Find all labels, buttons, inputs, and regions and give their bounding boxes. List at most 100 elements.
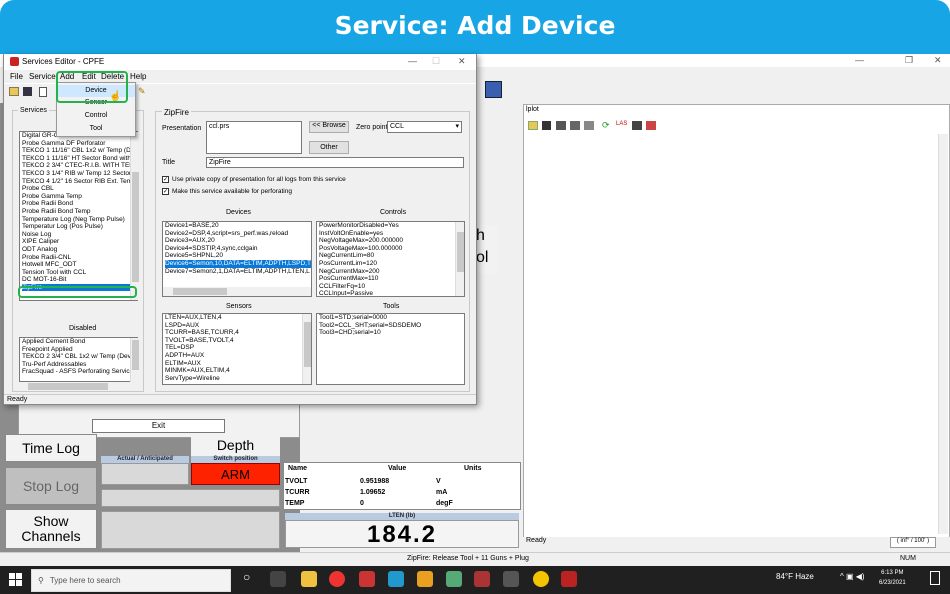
weather-widget[interactable]: 84°F Haze — [776, 572, 814, 581]
list-item[interactable]: Probe Gamma Temp — [22, 193, 137, 201]
save-icon[interactable] — [542, 121, 551, 130]
notification-icon[interactable] — [930, 571, 940, 585]
lplot-scrollbar[interactable] — [938, 134, 948, 534]
close-icon[interactable]: ✕ — [934, 55, 942, 66]
controls-list[interactable]: PowerMonitorDisabled=Yes InstVoltOnEnable… — [316, 221, 465, 297]
clock[interactable]: 6:13 PM 6/23/2021 — [879, 568, 906, 588]
list-item[interactable]: TVOLT=BASE,TVOLT,4 — [165, 337, 311, 345]
app-folder-icon[interactable] — [446, 571, 462, 587]
save-icon[interactable] — [23, 87, 32, 96]
las-icon[interactable]: LAS — [616, 121, 627, 127]
controls-scrollbar[interactable] — [455, 222, 464, 296]
list-item[interactable]: Temperature Log (Neg Temp Pulse) — [22, 216, 137, 224]
list-item[interactable]: Temperatur Log (Pos Pulse) — [22, 223, 137, 231]
private-copy-checkbox[interactable]: ✓ — [162, 176, 169, 183]
list-item[interactable]: Device3=AUX,20 — [165, 237, 311, 245]
list-item[interactable]: PosVoltageMax=100.000000 — [319, 245, 464, 253]
disabled-vscroll[interactable] — [130, 338, 139, 382]
app-tool-icon[interactable] — [474, 571, 490, 587]
list-item[interactable]: ELTIM=AUX — [165, 360, 311, 368]
presentation-input[interactable]: ccl.prs — [206, 121, 302, 154]
list-item[interactable]: TEKCO 3 1/4" RIB w/ Temp 12 Sector — [22, 170, 137, 178]
windows-start-icon[interactable] — [9, 573, 22, 586]
title-input[interactable]: ZipFire — [206, 157, 464, 168]
devices-hscroll[interactable] — [163, 287, 311, 296]
stop-log-button[interactable]: Stop Log — [5, 467, 97, 505]
list-item[interactable]: Probe Gamma DF Perforator — [22, 140, 137, 148]
list-item[interactable]: Freepoint Applied — [22, 346, 137, 354]
list-item[interactable]: TEKCO 2 3/4" CBL 1x2 w/ Temp (Dev — [22, 353, 137, 361]
list-item[interactable]: Tension Tool with CCL — [22, 269, 137, 277]
list-item[interactable]: FracSquad - ASFS Perforating Service — [22, 368, 137, 376]
export-icon[interactable] — [646, 121, 656, 130]
restore-icon[interactable]: ❐ — [905, 55, 913, 66]
chrome-icon[interactable] — [329, 571, 345, 587]
list-item[interactable]: Device1=BASE,20 — [165, 222, 311, 230]
list-item[interactable]: Applied Cement Bond — [22, 338, 137, 346]
zoom-icon[interactable] — [584, 121, 594, 130]
list-item[interactable]: TEKCO 1 11/16" CBL 1x2 w/ Temp (De — [22, 147, 137, 155]
disabled-hscroll[interactable] — [20, 382, 137, 391]
menu-item-tool[interactable]: Tool — [57, 123, 135, 135]
disabled-list[interactable]: Applied Cement Bond Freepoint Applied TEKC… — [19, 337, 138, 382]
window-icon[interactable] — [632, 121, 642, 130]
menu-service[interactable]: Service — [29, 70, 56, 83]
wand-icon[interactable]: ✎ — [138, 86, 146, 97]
browse-button[interactable]: << Browse — [309, 121, 349, 133]
zero-point-select[interactable]: CCL ▾ — [387, 121, 462, 133]
list-item[interactable]: PowerMonitorDisabled=Yes — [319, 222, 464, 230]
show-channels-button[interactable]: Show Channels — [5, 509, 97, 549]
list-item[interactable]: Device2=DSP,4,script=srs_perf.was,reload — [165, 230, 311, 238]
list-item[interactable]: Device4=SDSTIP,4,sync,cclgain — [165, 245, 311, 253]
list-item[interactable]: Probe Radii Bond — [22, 200, 137, 208]
new-icon[interactable] — [39, 87, 47, 97]
list-item[interactable]: Hotwell MFC_ODT — [22, 261, 137, 269]
list-item[interactable]: TEKCO 2 3/4" CTEC-R.I.B. WITH TEN — [22, 162, 137, 170]
cpfe-app-icon[interactable] — [561, 571, 577, 587]
list-item[interactable]: NegCurrentLim=80 — [319, 252, 464, 260]
app-window-icon[interactable] — [388, 571, 404, 587]
print-icon[interactable] — [556, 121, 566, 130]
taskbar-search[interactable]: ⚲ Type here to search — [31, 569, 231, 592]
list-item[interactable]: PosCurrentMax=110 — [319, 275, 464, 283]
list-item[interactable]: TEKCO 4 1/2" 16 Sector RIB Ext. Tem — [22, 178, 137, 186]
list-item[interactable]: MINMK=AUX,ELTIM,4 — [165, 367, 311, 375]
list-item[interactable]: ServType=Wireline — [165, 375, 311, 383]
list-item[interactable]: ODT Analog — [22, 246, 137, 254]
sensors-list[interactable]: LTEN=AUX,LTEN,4 LSPD=AUX TCURR=BASE,TCURR,… — [162, 313, 312, 385]
list-item[interactable]: NegVoltageMax=200.000000 — [319, 237, 464, 245]
list-item[interactable]: Tool3=CHD;serial=10 — [319, 329, 464, 337]
menu-item-control[interactable]: Control — [57, 110, 135, 122]
list-item[interactable]: ADPTH=AUX — [165, 352, 311, 360]
list-item[interactable]: Device7=Semon2,1,DATA=ELTIM,ADPTH,LTEN,L — [165, 268, 311, 276]
list-item[interactable]: TEKCO 1 11/16" HT Sector Bond with — [22, 155, 137, 163]
menu-file[interactable]: File — [10, 70, 23, 83]
list-item[interactable]: DC MOT-16-Bit — [22, 276, 137, 284]
app-warning-icon[interactable] — [417, 571, 433, 587]
list-item[interactable]: InstVoltOnEnable=yes — [319, 230, 464, 238]
list-item[interactable]: Tool2=CCL_SHT;serial=SDSDEMO — [319, 322, 464, 330]
exit-button[interactable]: Exit — [92, 419, 225, 433]
minimize-icon[interactable]: — — [855, 55, 864, 65]
print-preview-icon[interactable] — [570, 121, 580, 130]
list-item[interactable]: Device6=Semon,10,DATA=ELTIM,ADPTH,LSPD,T — [165, 259, 311, 268]
list-item[interactable]: Tool1=STD;serial=0000 — [319, 314, 464, 322]
list-item[interactable]: Probe Radii-CNL — [22, 254, 137, 262]
list-item[interactable]: CCLInput=Passive — [319, 290, 464, 296]
time-log-button[interactable]: Time Log — [5, 434, 97, 462]
other-button[interactable]: Other — [309, 141, 349, 154]
open-folder-icon[interactable] — [528, 121, 538, 130]
list-item[interactable]: Noise Log — [22, 231, 137, 239]
list-item[interactable]: XIPE Caliper — [22, 238, 137, 246]
refresh-icon[interactable]: ⟳ — [602, 120, 610, 131]
toolbar-chart-icon[interactable] — [485, 81, 502, 98]
devices-list[interactable]: Device1=BASE,20 Device2=DSP,4,script=srs_… — [162, 221, 312, 297]
task-view-icon[interactable] — [270, 571, 286, 587]
file-explorer-icon[interactable] — [301, 571, 317, 587]
app-monitor-icon[interactable] — [503, 571, 519, 587]
list-item[interactable]: Device5=SHPNL,20 — [165, 252, 311, 260]
list-item[interactable]: TCURR=BASE,TCURR,4 — [165, 329, 311, 337]
list-item[interactable]: Probe Radii Bond Temp — [22, 208, 137, 216]
list-item[interactable]: Tru-Perf Addressables — [22, 361, 137, 369]
hidden-button-fragment[interactable]: h ol — [476, 225, 498, 273]
